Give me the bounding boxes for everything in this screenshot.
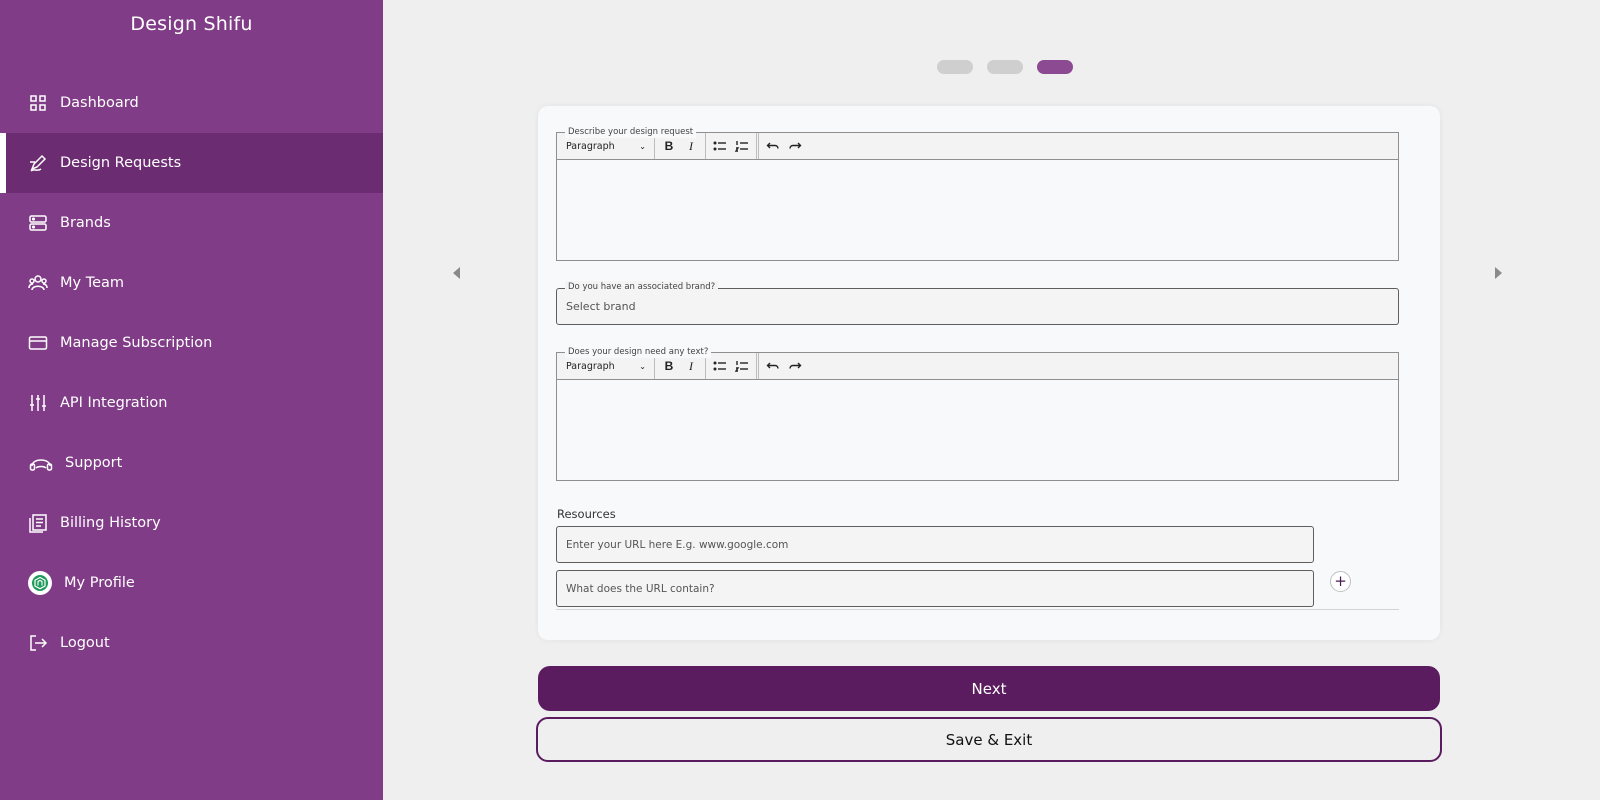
sidebar-item-label: Support bbox=[65, 455, 123, 471]
sidebar-item-my-profile[interactable]: My Profile bbox=[0, 553, 383, 613]
step-dot-3-active[interactable] bbox=[1037, 60, 1073, 74]
sidebar-item-my-team[interactable]: My Team bbox=[0, 253, 383, 313]
undo-icon[interactable] bbox=[765, 138, 781, 154]
sidebar-item-label: Brands bbox=[60, 215, 111, 231]
sidebar-item-label: My Profile bbox=[64, 575, 135, 591]
sidebar-item-label: Dashboard bbox=[60, 95, 139, 111]
text-content-editor: Does your design need any text? Paragrap… bbox=[556, 346, 1399, 481]
italic-icon[interactable]: I bbox=[683, 138, 699, 154]
sidebar-item-brands[interactable]: Brands bbox=[0, 193, 383, 253]
bullet-list-icon[interactable] bbox=[712, 138, 728, 154]
resource-url-input[interactable]: Enter your URL here E.g. www.google.com bbox=[556, 526, 1314, 563]
grid-icon bbox=[27, 92, 49, 114]
sidebar-nav: Dashboard Design Requests Brands My Team… bbox=[0, 73, 383, 673]
card-icon bbox=[27, 332, 49, 354]
sidebar-item-logout[interactable]: Logout bbox=[0, 613, 383, 673]
brand-select-legend: Do you have an associated brand? bbox=[565, 281, 719, 293]
pen-icon bbox=[27, 152, 49, 174]
design-request-form-card: Describe your design request Paragraph ⌄… bbox=[538, 106, 1440, 640]
description-editor: Describe your design request Paragraph ⌄… bbox=[556, 126, 1399, 261]
text-editor-legend: Does your design need any text? bbox=[565, 346, 712, 358]
list-group bbox=[706, 133, 757, 159]
numbered-list-icon[interactable] bbox=[734, 358, 750, 374]
documents-icon bbox=[27, 512, 49, 534]
list-group bbox=[706, 353, 757, 379]
block-format-value: Paragraph bbox=[566, 360, 615, 372]
bold-icon[interactable]: B bbox=[661, 138, 677, 154]
description-text-area[interactable] bbox=[557, 160, 1398, 260]
sliders-icon bbox=[27, 392, 49, 414]
sidebar-item-label: Logout bbox=[60, 635, 110, 651]
profile-avatar-icon bbox=[27, 571, 53, 595]
brand-select[interactable]: Do you have an associated brand? Select … bbox=[556, 281, 1399, 325]
undo-icon[interactable] bbox=[765, 358, 781, 374]
headset-icon bbox=[27, 452, 54, 474]
sidebar-item-api-integration[interactable]: API Integration bbox=[0, 373, 383, 433]
logout-icon bbox=[27, 632, 49, 654]
sidebar-item-label: Design Requests bbox=[60, 155, 182, 171]
sidebar: Design Shifu Dashboard Design Requests B… bbox=[0, 0, 383, 800]
redo-icon[interactable] bbox=[787, 138, 803, 154]
chevron-down-icon: ⌄ bbox=[639, 141, 646, 151]
numbered-list-icon[interactable] bbox=[734, 138, 750, 154]
sidebar-item-label: My Team bbox=[60, 275, 125, 291]
brand-select-placeholder: Select brand bbox=[566, 300, 636, 313]
next-button[interactable]: Next bbox=[538, 666, 1440, 711]
add-resource-button[interactable]: + bbox=[1330, 571, 1351, 592]
team-icon bbox=[27, 272, 49, 294]
sidebar-item-label: API Integration bbox=[60, 395, 168, 411]
sidebar-item-billing-history[interactable]: Billing History bbox=[0, 493, 383, 553]
step-indicator bbox=[937, 60, 1073, 74]
card-divider bbox=[556, 609, 1399, 610]
description-editor-legend: Describe your design request bbox=[565, 126, 697, 138]
bold-icon[interactable]: B bbox=[661, 358, 677, 374]
resources-label: Resources bbox=[557, 507, 616, 521]
history-group bbox=[759, 353, 809, 379]
step-dot-1[interactable] bbox=[937, 60, 973, 74]
server-icon bbox=[27, 212, 49, 234]
next-arrow-icon[interactable] bbox=[1495, 267, 1502, 279]
design-text-area[interactable] bbox=[557, 380, 1398, 480]
save-exit-button[interactable]: Save & Exit bbox=[536, 717, 1442, 762]
redo-icon[interactable] bbox=[787, 358, 803, 374]
sidebar-item-support[interactable]: Support bbox=[0, 433, 383, 493]
italic-icon[interactable]: I bbox=[683, 358, 699, 374]
history-group bbox=[759, 133, 809, 159]
previous-arrow-icon[interactable] bbox=[453, 267, 460, 279]
sidebar-item-design-requests[interactable]: Design Requests bbox=[0, 133, 383, 193]
resource-description-input[interactable]: What does the URL contain? bbox=[556, 570, 1314, 607]
sidebar-item-dashboard[interactable]: Dashboard bbox=[0, 73, 383, 133]
block-format-value: Paragraph bbox=[566, 140, 615, 152]
bullet-list-icon[interactable] bbox=[712, 358, 728, 374]
sidebar-item-manage-subscription[interactable]: Manage Subscription bbox=[0, 313, 383, 373]
chevron-down-icon: ⌄ bbox=[639, 361, 646, 371]
sidebar-item-label: Billing History bbox=[60, 515, 161, 531]
step-dot-2[interactable] bbox=[987, 60, 1023, 74]
app-title: Design Shifu bbox=[130, 13, 253, 35]
sidebar-item-label: Manage Subscription bbox=[60, 335, 213, 351]
